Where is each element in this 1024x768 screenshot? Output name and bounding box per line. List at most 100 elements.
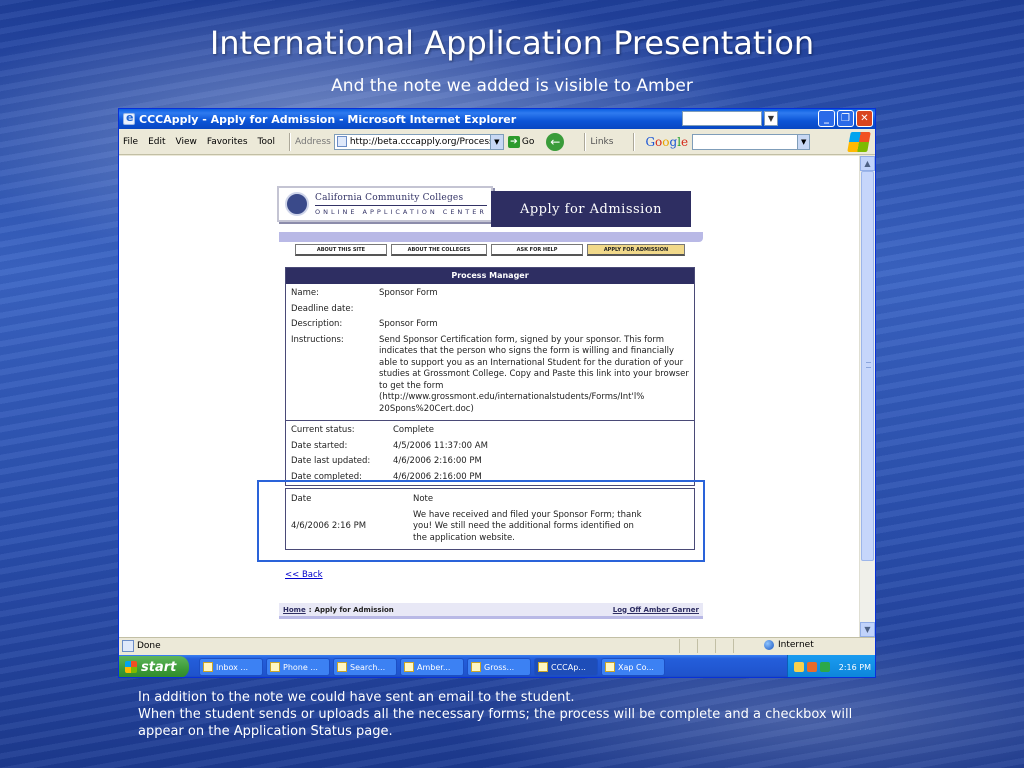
taskbar-item-search[interactable]: Search... bbox=[333, 658, 397, 676]
name-label: Name: bbox=[291, 288, 319, 298]
site-nav: ABOUT THIS SITE ABOUT THE COLLEGES ASK F… bbox=[295, 244, 685, 256]
ie-icon bbox=[605, 662, 615, 672]
scroll-up-icon[interactable]: ▲ bbox=[860, 156, 875, 171]
windows-flag-icon bbox=[125, 661, 137, 673]
go-arrow-icon: ➔ bbox=[507, 135, 520, 148]
google-logo[interactable]: Google bbox=[645, 135, 688, 149]
menu-tools[interactable]: Tool bbox=[258, 137, 275, 147]
updated-value: 4/6/2006 2:16:00 PM bbox=[393, 456, 482, 466]
task-label: Inbox ... bbox=[216, 662, 249, 672]
status-bar: Done Internet bbox=[119, 637, 875, 654]
task-label: Gross... bbox=[484, 662, 515, 672]
taskbar-item-inbox[interactable]: Inbox ... bbox=[199, 658, 263, 676]
window-title: CCCApply - Apply for Admission - Microso… bbox=[139, 112, 517, 126]
slide-note-line: When the student sends or uploads all th… bbox=[138, 707, 853, 739]
phone-icon bbox=[270, 662, 280, 672]
minimize-button[interactable]: _ bbox=[818, 110, 835, 127]
slide-subtitle: And the note we added is visible to Ambe… bbox=[331, 76, 693, 96]
instructions-label: Instructions: bbox=[291, 334, 344, 345]
tray-icon[interactable] bbox=[806, 662, 817, 672]
task-label: CCCAp... bbox=[551, 662, 586, 672]
logoff-link[interactable]: Log Off Amber Garner bbox=[613, 606, 699, 614]
status-value: Complete bbox=[393, 425, 434, 435]
task-label: Xap Co... bbox=[618, 662, 654, 672]
process-manager-panel: Process Manager Name: Sponsor Form Deadl… bbox=[285, 267, 695, 486]
window-controls: _ ❐ ✕ bbox=[818, 110, 873, 127]
deadline-value bbox=[379, 304, 689, 316]
taskbar-item-xap[interactable]: Xap Co... bbox=[601, 658, 665, 676]
toolbar-separator bbox=[289, 132, 291, 151]
maximize-button[interactable]: ❐ bbox=[837, 110, 854, 127]
nav-ask-help[interactable]: ASK FOR HELP bbox=[491, 244, 583, 256]
google-search-input[interactable]: ▼ bbox=[692, 133, 811, 150]
address-url: http://beta.cccapply.org/Process_Manag bbox=[349, 136, 503, 147]
site-banner: Apply for Admission bbox=[491, 191, 691, 227]
completed-value: 4/6/2006 2:16:00 PM bbox=[393, 471, 482, 480]
process-manager-heading: Process Manager bbox=[286, 268, 694, 284]
back-link[interactable]: << Back bbox=[285, 570, 323, 580]
browser-window: CCCApply - Apply for Admission - Microso… bbox=[118, 108, 876, 678]
footer-separator: : bbox=[308, 605, 312, 614]
system-tray: 2:16 PM bbox=[786, 655, 875, 677]
chevron-down-icon[interactable]: ▼ bbox=[797, 134, 810, 149]
nav-apply-admission[interactable]: APPLY FOR ADMISSION bbox=[587, 244, 685, 256]
nav-about-colleges[interactable]: ABOUT THE COLLEGES bbox=[391, 244, 487, 256]
title-bar[interactable]: CCCApply - Apply for Admission - Microso… bbox=[119, 109, 875, 129]
outlook-icon bbox=[203, 662, 213, 672]
start-button[interactable]: start bbox=[119, 656, 189, 677]
status-panes bbox=[679, 639, 751, 653]
title-search-box[interactable] bbox=[682, 111, 762, 126]
windows-logo-icon bbox=[847, 132, 871, 152]
ie-icon bbox=[123, 111, 135, 125]
updated-label: Date last updated: bbox=[291, 456, 371, 466]
page-done-icon bbox=[122, 640, 134, 652]
slide-note-line: In addition to the note we could have se… bbox=[138, 690, 575, 705]
toolbar-separator bbox=[584, 132, 587, 151]
taskbar: start Inbox ... Phone ... Search... Ambe… bbox=[119, 655, 875, 677]
name-value: Sponsor Form bbox=[379, 288, 438, 298]
nav-about-site[interactable]: ABOUT THIS SITE bbox=[295, 244, 387, 256]
address-bar[interactable]: http://beta.cccapply.org/Process_Manag ▼ bbox=[333, 133, 504, 150]
description-label: Description: bbox=[291, 319, 343, 329]
taskbar-item-phone[interactable]: Phone ... bbox=[266, 658, 330, 676]
menu-view[interactable]: View bbox=[176, 137, 197, 147]
vertical-scrollbar[interactable]: ▲ ▼ bbox=[859, 156, 875, 637]
go-button[interactable]: ➔ Go bbox=[507, 135, 535, 148]
menu-toolbar: File Edit View Favorites Tool Address ht… bbox=[119, 129, 875, 155]
status-label: Current status: bbox=[291, 425, 355, 435]
highlight-box bbox=[257, 480, 705, 562]
center-name: ONLINE APPLICATION CENTER bbox=[315, 207, 487, 216]
links-label[interactable]: Links bbox=[590, 137, 613, 147]
footer-home-link[interactable]: Home bbox=[283, 606, 306, 614]
slide-title: International Application Presentation bbox=[209, 24, 815, 62]
scroll-down-icon[interactable]: ▼ bbox=[860, 622, 875, 637]
instructions-value: Send Sponsor Certification form, signed … bbox=[379, 334, 689, 414]
header-accent-bar bbox=[279, 232, 703, 242]
ie-icon bbox=[471, 662, 481, 672]
address-label: Address bbox=[295, 136, 331, 147]
security-zone: Internet bbox=[764, 640, 814, 650]
close-button[interactable]: ✕ bbox=[856, 110, 873, 127]
footer-current-page: Apply for Admission bbox=[314, 605, 394, 614]
menu-file[interactable]: File bbox=[123, 137, 138, 147]
taskbar-item-amber[interactable]: Amber... bbox=[400, 658, 464, 676]
college-name: California Community Colleges bbox=[315, 192, 464, 203]
ccc-logo[interactable]: California Community Colleges ONLINE APP… bbox=[277, 186, 493, 222]
word-icon bbox=[404, 662, 414, 672]
college-seal-icon bbox=[285, 192, 309, 216]
taskbar-item-cccapply[interactable]: CCCAp... bbox=[534, 658, 598, 676]
task-label: Search... bbox=[350, 662, 386, 672]
chevron-down-icon[interactable]: ▼ bbox=[764, 111, 778, 126]
started-label: Date started: bbox=[291, 440, 348, 451]
go-label: Go bbox=[521, 136, 535, 147]
taskbar-item-gross[interactable]: Gross... bbox=[467, 658, 531, 676]
menu-edit[interactable]: Edit bbox=[148, 137, 165, 147]
tray-icon[interactable] bbox=[819, 662, 830, 672]
back-icon[interactable]: ← bbox=[546, 132, 565, 151]
deadline-label: Deadline date: bbox=[291, 303, 354, 314]
scroll-thumb[interactable] bbox=[861, 171, 874, 561]
menu-favorites[interactable]: Favorites bbox=[207, 137, 248, 147]
tray-icon[interactable] bbox=[793, 662, 804, 672]
chevron-down-icon[interactable]: ▼ bbox=[489, 134, 503, 149]
status-text: Done bbox=[137, 641, 161, 651]
